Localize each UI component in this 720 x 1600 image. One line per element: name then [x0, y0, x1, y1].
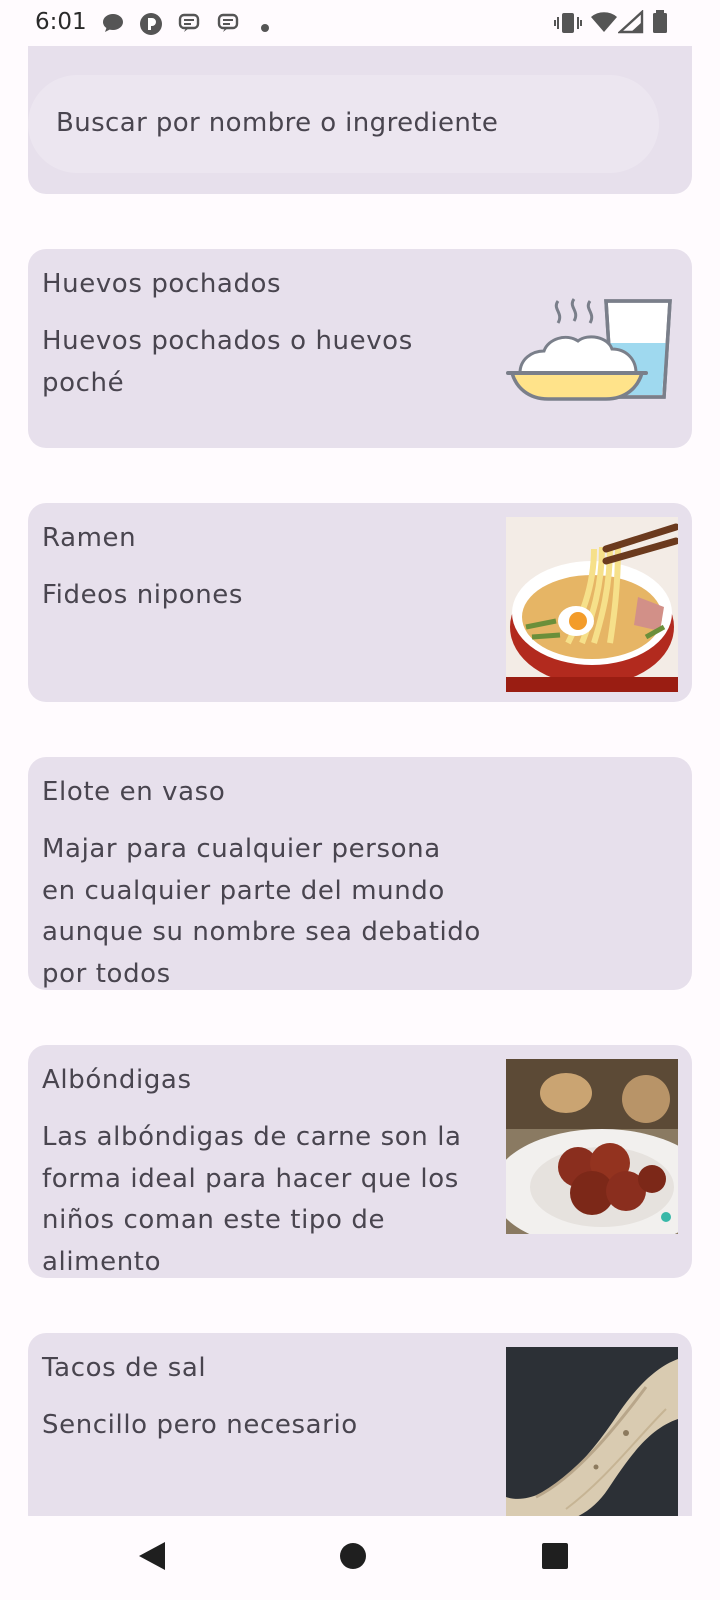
- taco-image: [506, 1347, 678, 1516]
- recipe-card[interactable]: Tacos de sal Sencillo pero necesario: [28, 1333, 692, 1516]
- recipe-title: Tacos de sal: [42, 1353, 207, 1383]
- recipe-card[interactable]: Huevos pochados Huevos pochados o huevos…: [28, 249, 692, 448]
- recipe-title: Albóndigas: [42, 1065, 192, 1095]
- recipe-card[interactable]: Elote en vaso Majar para cualquier perso…: [28, 757, 692, 990]
- recipe-description: Majar para cualquier persona en cualquie…: [42, 834, 481, 989]
- recipe-title: Huevos pochados: [42, 269, 282, 299]
- recipe-description: Huevos pochados o huevos poché: [42, 326, 413, 398]
- ramen-image: [506, 517, 678, 692]
- recipe-description: Fideos nipones: [42, 580, 244, 610]
- rice-bowl-water-image: [506, 263, 678, 438]
- recipe-card[interactable]: Albóndigas Las albóndigas de carne son l…: [28, 1045, 692, 1278]
- chat-bubble-icon: [101, 12, 125, 38]
- recents-icon: [541, 1542, 569, 1574]
- message-icon: [178, 12, 200, 38]
- status-time: 6:01: [35, 9, 87, 35]
- battery-icon: [652, 10, 668, 38]
- vibrate-icon: [554, 10, 582, 40]
- pocket-casts-icon: [139, 12, 163, 40]
- back-icon: [137, 1540, 167, 1576]
- recents-button[interactable]: [495, 1516, 615, 1600]
- recipe-card[interactable]: Ramen Fideos nipones: [28, 503, 692, 702]
- home-icon: [339, 1542, 367, 1574]
- recipe-description: Sencillo pero necesario: [42, 1410, 358, 1440]
- recipe-title: Elote en vaso: [42, 777, 226, 807]
- message-icon: [217, 12, 239, 38]
- recipe-title: Ramen: [42, 523, 137, 553]
- meatballs-image: [506, 1059, 678, 1234]
- navigation-bar: [0, 1516, 720, 1600]
- wifi-icon: [590, 10, 618, 38]
- search-input[interactable]: Buscar por nombre o ingrediente: [28, 75, 659, 173]
- back-button[interactable]: [92, 1516, 212, 1600]
- status-bar: 6:01: [0, 0, 720, 46]
- recipe-list[interactable]: Huevos pochados Huevos pochados o huevos…: [0, 46, 720, 1516]
- signal-icon: [616, 9, 644, 38]
- home-button[interactable]: [293, 1516, 413, 1600]
- recipe-description: Las albóndigas de carne son la forma ide…: [42, 1122, 462, 1277]
- search-placeholder: Buscar por nombre o ingrediente: [56, 108, 499, 138]
- dot-icon: [260, 18, 270, 37]
